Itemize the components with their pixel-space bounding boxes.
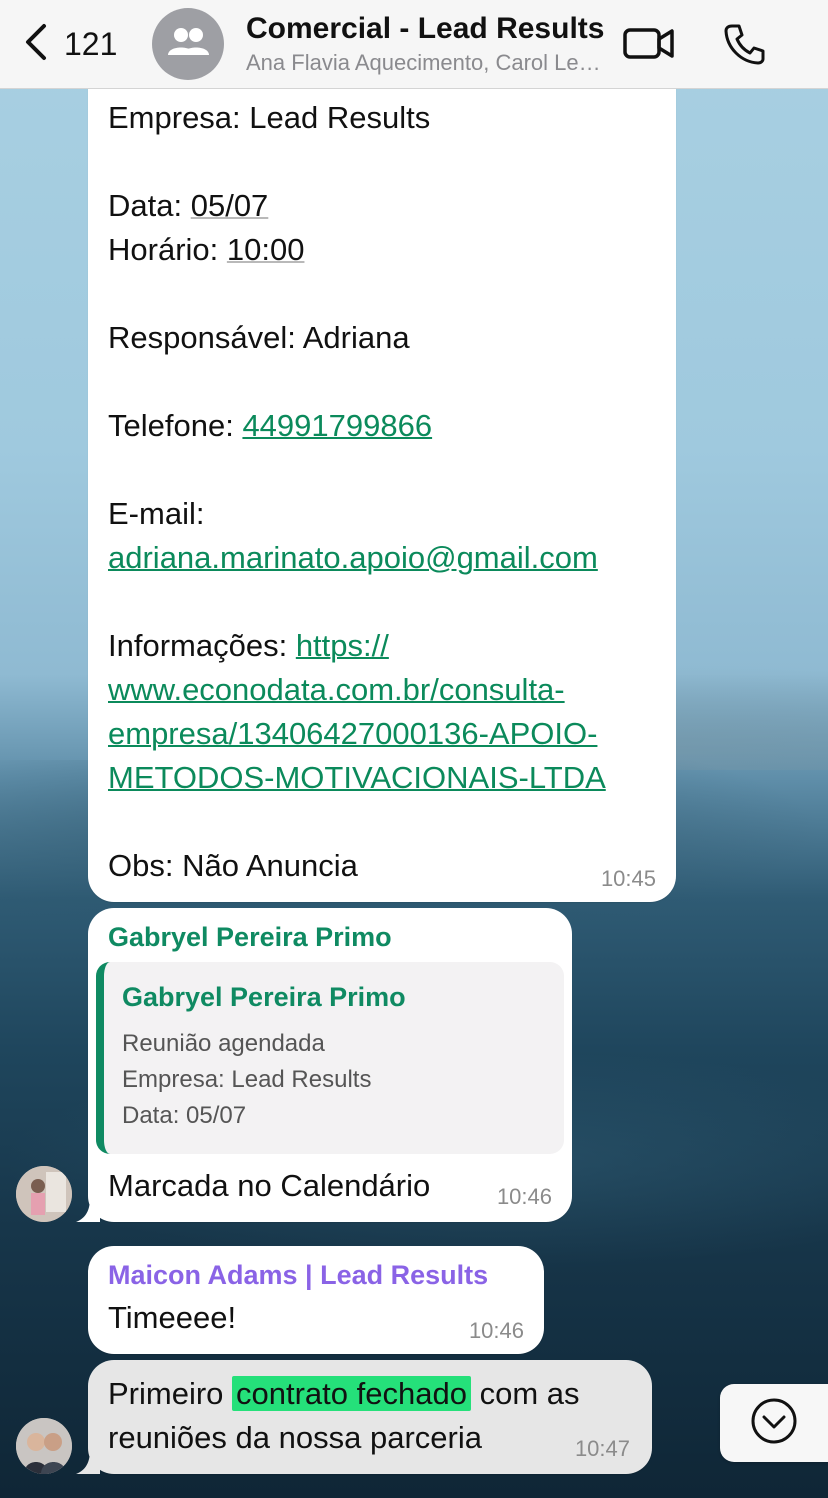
message-text: Primeiro contrato fechado com as reuniõe… [108,1376,580,1455]
quoted-sender: Gabryel Pereira Primo [122,982,406,1012]
message-line: Horário: 10:00 [108,232,305,267]
scroll-down-icon [750,1397,798,1450]
group-avatar[interactable] [152,8,224,80]
message-bubble[interactable]: Empresa: Lead Results Data: 05/07 Horári… [88,60,676,902]
scroll-to-bottom-button[interactable] [720,1384,828,1462]
email-link[interactable]: adriana.marinato.apoio@gmail.com [108,540,598,575]
message-time: 10:45 [600,866,656,891]
message-line: Responsável: Adriana [108,320,410,355]
video-call-icon[interactable] [622,22,676,69]
message-time: 10:47 [574,1436,630,1461]
message-line: Empresa: Lead Results [108,100,431,135]
unread-count: 121 [64,25,118,62]
message-bubble[interactable]: Maicon Adams | Lead Results Timeeee! 10:… [88,1246,544,1354]
search-highlight: contrato fechado [232,1376,471,1411]
back-chevron-icon [22,22,50,67]
message-text: Empresa: Lead Results Data: 05/07 Horári… [108,96,668,888]
quoted-line: Reunião agendada [122,1030,325,1057]
url-link[interactable]: https:// [296,628,389,663]
message-bubble[interactable]: Primeiro contrato fechado com as reuniõe… [88,1360,652,1474]
message-line: Telefone: 44991799866 [108,408,433,443]
group-icon [166,27,210,62]
chat-title: Comercial - Lead Results [246,12,605,45]
url-link[interactable]: www.econodata.com.br/consulta- [108,672,565,707]
message-text: Marcada no Calendário [108,1168,431,1203]
back-button[interactable]: 121 [22,22,117,66]
sender-name[interactable]: Maicon Adams | Lead Results [108,1260,488,1291]
message-line: METODOS-MOTIVACIONAIS-LTDA [108,756,668,800]
chat-title-area[interactable]: Comercial - Lead Results Ana Flavia Aque… [246,12,606,76]
url-link[interactable]: empresa/13406427000136-APOIO- [108,716,597,751]
message-line: E-mail: [108,496,205,531]
phone-icon[interactable] [722,22,766,71]
message-line: Informações: https:// [108,628,389,663]
quoted-message[interactable]: Gabryel Pereira Primo Reunião agendada E… [96,962,564,1154]
message-line: www.econodata.com.br/consulta- [108,668,668,712]
avatar[interactable] [16,1418,72,1474]
message-bubble[interactable]: Gabryel Pereira Primo Gabryel Pereira Pr… [88,908,572,1222]
sender-name[interactable]: Gabryel Pereira Primo [108,922,392,953]
url-link[interactable]: METODOS-MOTIVACIONAIS-LTDA [108,760,606,795]
bubble-tail [76,1198,100,1222]
phone-link[interactable]: 44991799866 [242,408,432,443]
message-text: Timeeee! [108,1300,237,1335]
time-detected[interactable]: 10:00 [227,232,305,267]
chat-header: 121 Comercial - Lead Results Ana Flavia … [0,0,828,89]
message-line: empresa/13406427000136-APOIO- [108,712,668,756]
avatar[interactable] [16,1166,72,1222]
chat-participants: Ana Flavia Aquecimento, Carol Lead Resul… [246,50,606,75]
message-line: adriana.marinato.apoio@gmail.com [108,536,668,580]
quoted-line: Empresa: Lead Results [122,1066,372,1093]
message-time: 10:46 [468,1318,524,1343]
message-line: Data: 05/07 [108,188,269,223]
date-detected[interactable]: 05/07 [191,188,269,223]
message-line: Obs: Não Anuncia [108,848,358,883]
bubble-tail [76,1450,100,1474]
quoted-line: Data: 05/07 [122,1102,247,1129]
message-time: 10:46 [496,1184,552,1209]
